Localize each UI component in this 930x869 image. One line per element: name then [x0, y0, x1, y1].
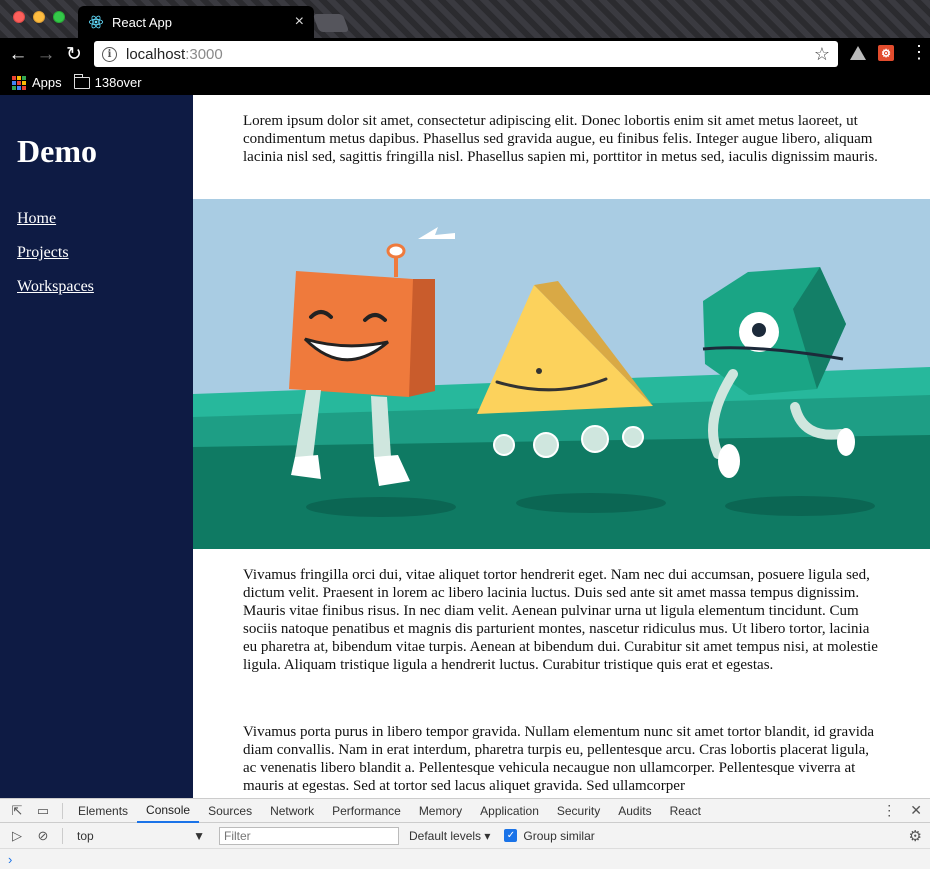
browser-toolbar: ← → ↻ i localhost:3000 ☆ ⚙ ⋮ — [0, 38, 930, 70]
window-maximize-button[interactable] — [53, 11, 65, 23]
window-minimize-button[interactable] — [33, 11, 45, 23]
devtools-tab-sources[interactable]: Sources — [199, 799, 261, 823]
divider — [62, 802, 63, 819]
nav-link-workspaces[interactable]: Workspaces — [17, 278, 193, 296]
tab-title: React App — [112, 14, 172, 30]
paragraph-intro: Lorem ipsum dolor sit amet, consectetur … — [243, 113, 878, 165]
new-tab-button[interactable] — [312, 14, 350, 32]
devtools-menu-icon[interactable]: ⋮ — [882, 802, 896, 819]
devtools-tab-bar: ⇱ ▭ Elements Console Sources Network Per… — [0, 799, 930, 823]
bookmark-star-icon[interactable]: ☆ — [814, 44, 830, 65]
react-icon — [88, 15, 104, 29]
drive-extension-icon[interactable] — [850, 46, 866, 60]
info-icon[interactable]: i — [102, 46, 117, 62]
browser-tab[interactable]: React App × — [78, 6, 314, 38]
group-similar-toggle[interactable]: ✓ Group similar — [504, 828, 595, 843]
inspect-element-icon[interactable]: ⇱ — [4, 803, 30, 819]
prompt-chevron-icon: › — [8, 851, 13, 867]
show-sidebar-icon[interactable]: ▷ — [4, 828, 30, 844]
clear-console-icon[interactable]: ⊘ — [30, 828, 56, 844]
page-viewport: Demo Home Projects Workspaces Lorem ipsu… — [0, 95, 930, 798]
context-value: top — [77, 828, 94, 843]
devtools-tab-elements[interactable]: Elements — [69, 799, 137, 823]
bookmarks-bar: Apps 138over — [0, 70, 930, 95]
devtools-tab-application[interactable]: Application — [471, 799, 548, 823]
dropdown-arrow-icon: ▼ — [193, 828, 205, 843]
bookmark-label: Apps — [32, 75, 62, 90]
window-titlebar: React App × — [0, 0, 930, 38]
main-content: Lorem ipsum dolor sit amet, consectetur … — [193, 95, 930, 798]
devtools-tab-performance[interactable]: Performance — [323, 799, 410, 823]
devtools-tab-audits[interactable]: Audits — [609, 799, 660, 823]
paragraph-body-2: Vivamus porta purus in libero tempor gra… — [243, 724, 875, 794]
devtools-tab-console[interactable]: Console — [137, 799, 200, 823]
group-similar-label: Group similar — [523, 828, 595, 843]
devtools-tab-memory[interactable]: Memory — [410, 799, 471, 823]
window-close-button[interactable] — [13, 11, 25, 23]
devtools-tab-security[interactable]: Security — [548, 799, 609, 823]
tab-close-icon[interactable]: × — [295, 14, 304, 30]
back-arrow-icon[interactable]: ← — [4, 45, 32, 64]
forward-arrow-icon[interactable]: → — [32, 45, 60, 64]
context-select[interactable]: top ▼ — [73, 827, 209, 845]
console-toolbar: ▷ ⊘ top ▼ Default levels ▾ ✓ Group simil… — [0, 823, 930, 849]
bookmark-folder-138over[interactable]: 138over — [73, 73, 142, 90]
hero-illustration — [193, 199, 930, 549]
devtools-tab-react[interactable]: React — [661, 799, 710, 823]
console-filter-input[interactable] — [219, 826, 399, 845]
sidebar-title: Demo — [17, 133, 97, 169]
devtools-panel: ⇱ ▭ Elements Console Sources Network Per… — [0, 798, 930, 869]
apps-grid-icon — [12, 75, 26, 90]
browser-menu-icon[interactable]: ⋮ — [910, 43, 928, 61]
paragraph-body-1: Vivamus fringilla orci dui, vitae alique… — [243, 567, 878, 673]
address-bar[interactable]: i localhost:3000 ☆ — [94, 41, 838, 67]
devtools-controls: ⋮ ✕ — [882, 802, 922, 819]
devtools-close-icon[interactable]: ✕ — [910, 802, 922, 819]
nav-link-projects[interactable]: Projects — [17, 244, 193, 262]
console-settings-gear-icon[interactable]: ⚙ — [909, 827, 922, 845]
sidebar: Demo Home Projects Workspaces — [0, 95, 193, 798]
reload-icon[interactable]: ↻ — [60, 45, 88, 64]
extension-icon[interactable]: ⚙ — [878, 45, 894, 61]
url-port: :3000 — [185, 45, 223, 63]
device-toolbar-icon[interactable]: ▭ — [30, 803, 56, 819]
bookmark-label: 138over — [94, 75, 142, 90]
checkbox-checked-icon[interactable]: ✓ — [504, 829, 518, 842]
divider — [62, 827, 63, 844]
url-host: localhost — [126, 45, 186, 63]
console-prompt[interactable]: › — [0, 849, 930, 869]
folder-icon — [73, 73, 90, 89]
bookmark-apps[interactable]: Apps — [12, 75, 62, 90]
nav-link-home[interactable]: Home — [17, 210, 193, 228]
devtools-tab-network[interactable]: Network — [261, 799, 323, 823]
log-levels-dropdown[interactable]: Default levels ▾ — [409, 829, 490, 843]
